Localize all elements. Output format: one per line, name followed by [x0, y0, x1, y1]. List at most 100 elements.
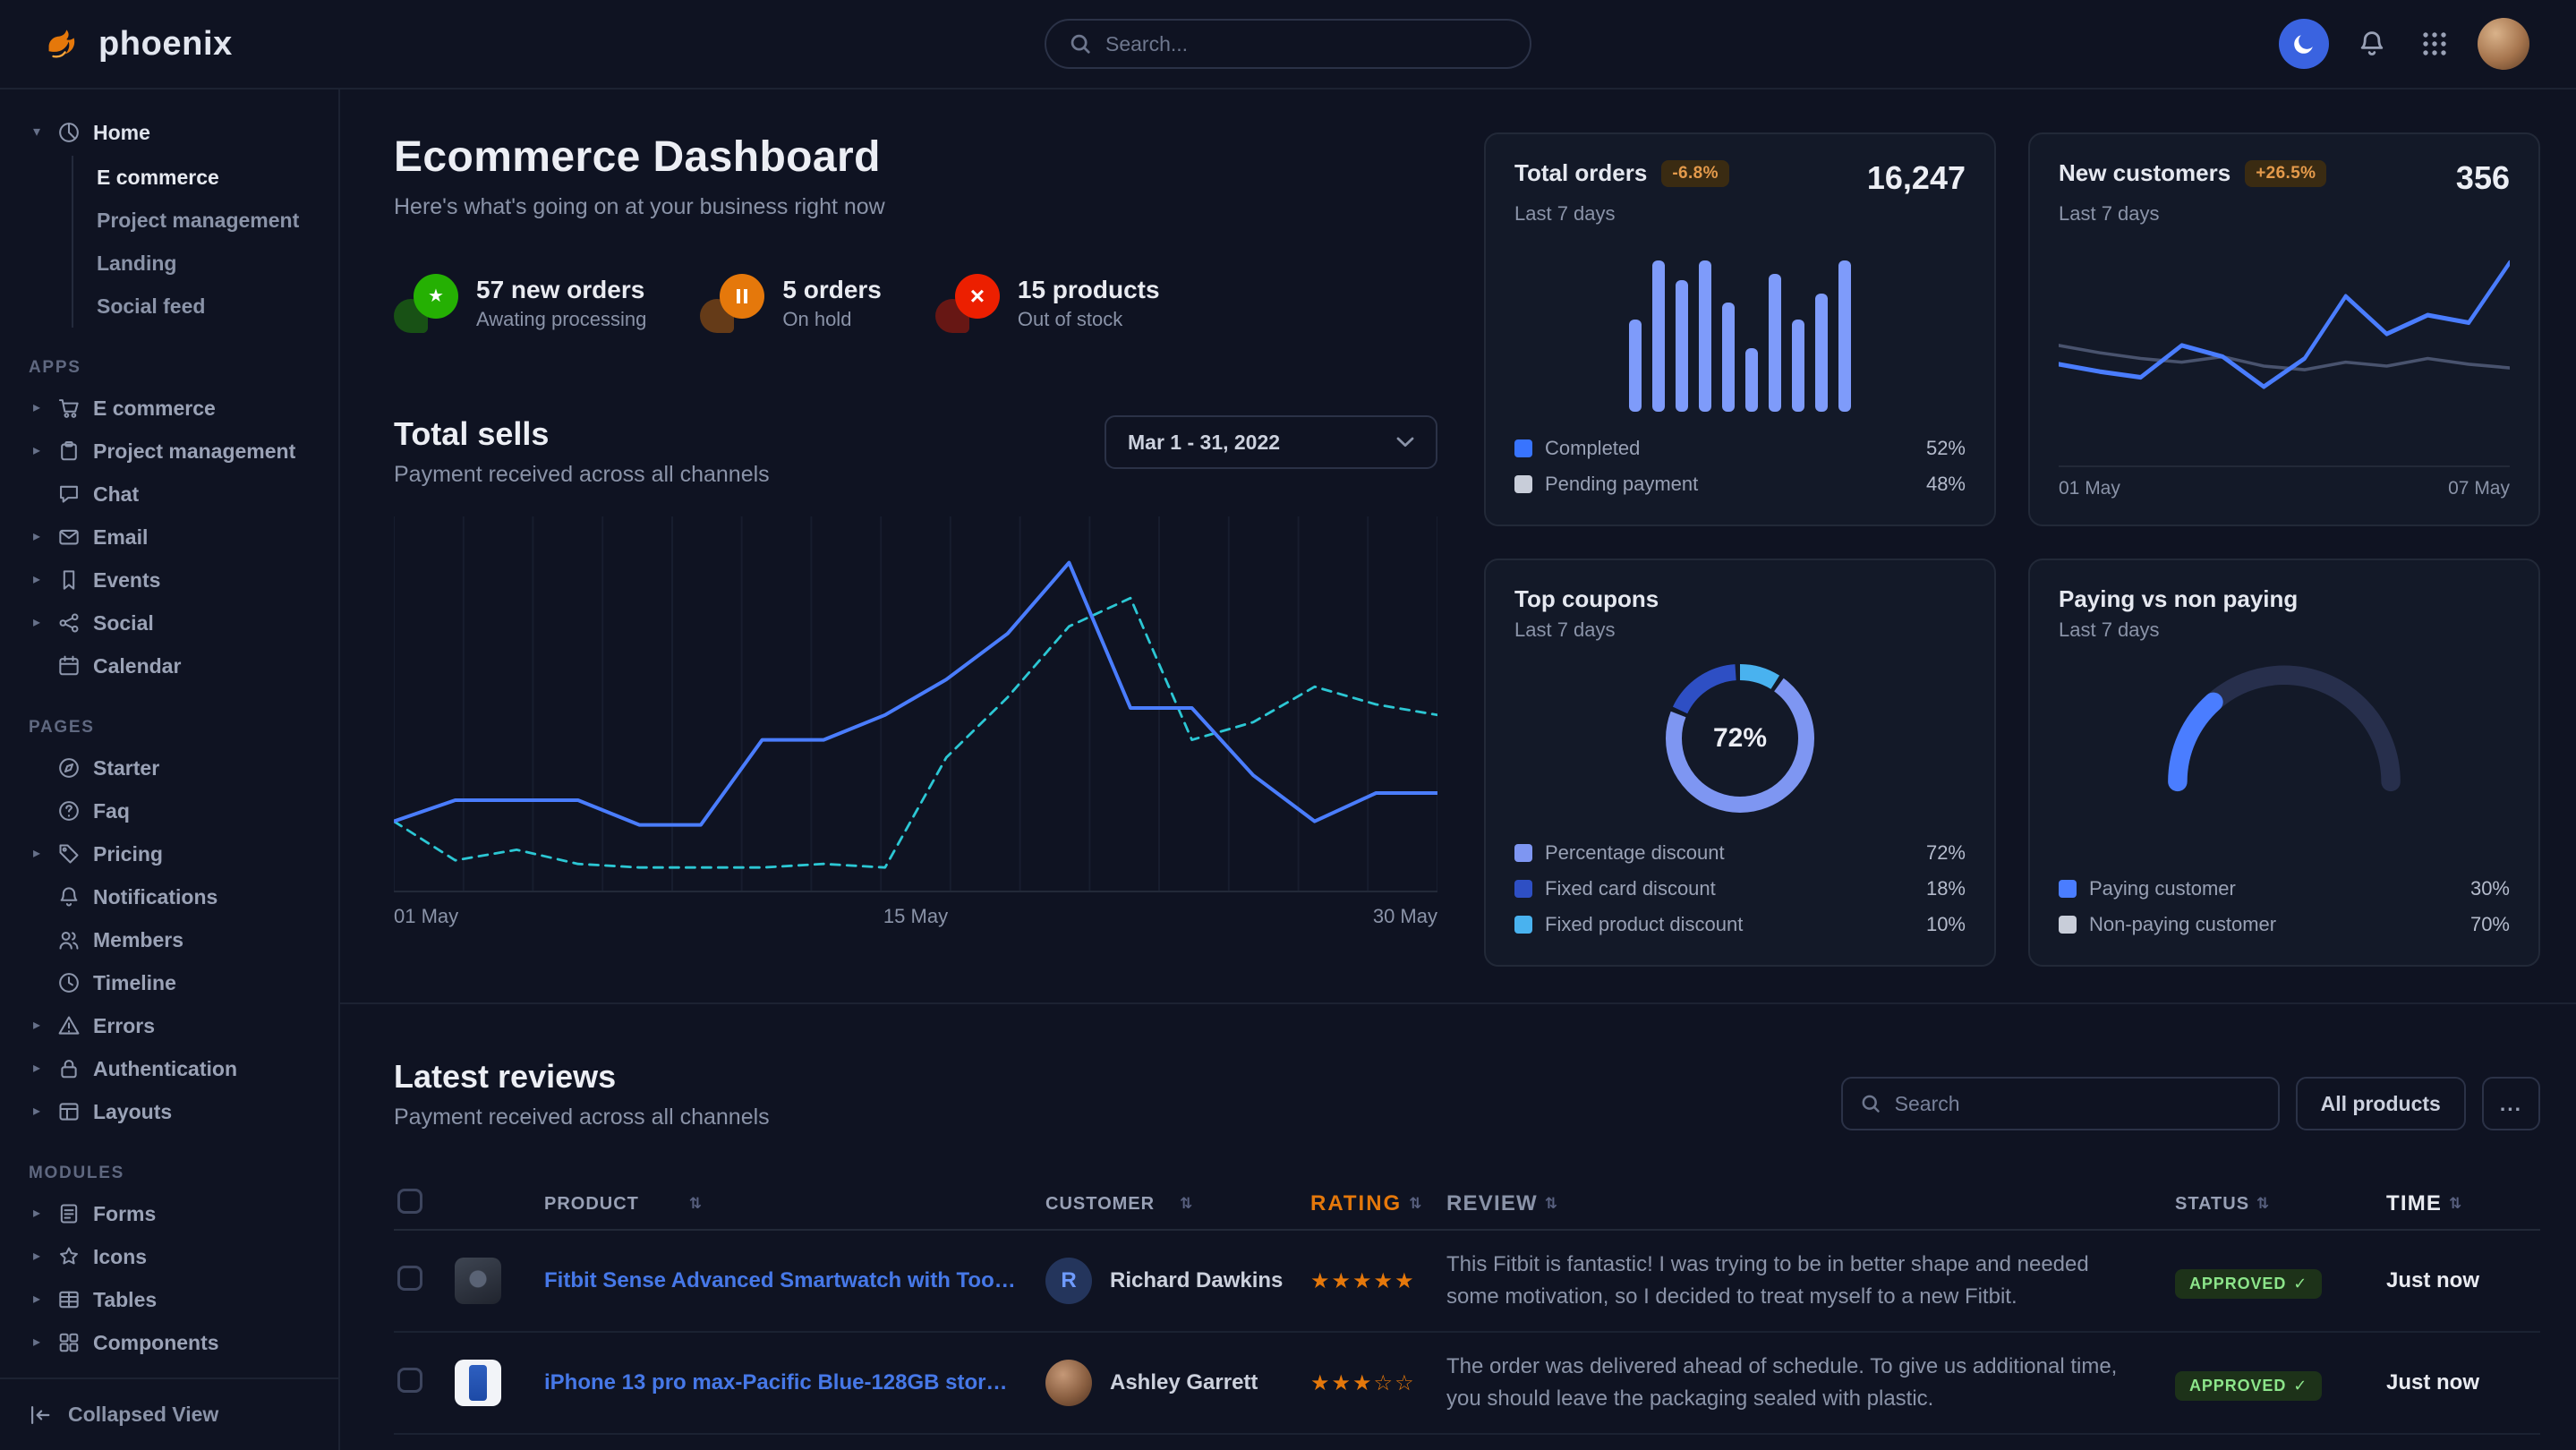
- sidebar-item-layouts[interactable]: Layouts: [0, 1090, 338, 1133]
- sidebar-section-heading: PAGES: [29, 718, 338, 738]
- apps-grid-button[interactable]: [2415, 24, 2454, 64]
- bar: [1792, 320, 1804, 412]
- table-body: Fitbit Sense Advanced Smartwatch with To…: [394, 1231, 2540, 1450]
- date-range-select[interactable]: Mar 1 - 31, 2022: [1105, 415, 1437, 469]
- reviews-search[interactable]: [1841, 1077, 2280, 1130]
- sidebar-item-faq[interactable]: Faq: [0, 789, 338, 832]
- customer-name[interactable]: Richard Dawkins: [1110, 1268, 1283, 1293]
- legend-item: Non-paying customer70%: [2059, 909, 2510, 940]
- legend-label: Completed: [1545, 437, 1640, 460]
- theme-toggle-button[interactable]: [2279, 19, 2329, 69]
- notifications-button[interactable]: [2352, 24, 2392, 64]
- review-row: Fitbit Sense Advanced Smartwatch with To…: [394, 1231, 2540, 1333]
- row-checkbox[interactable]: [397, 1266, 422, 1291]
- sidebar-item-project-management[interactable]: Project management: [0, 430, 338, 473]
- product-link[interactable]: Fitbit Sense Advanced Smartwatch with To…: [544, 1268, 1017, 1293]
- caret-right-icon: [29, 1207, 45, 1221]
- sidebar-item-authentication[interactable]: Authentication: [0, 1047, 338, 1090]
- legend-item: Percentage discount72%: [1514, 838, 1966, 868]
- stat-value: 15 products: [1018, 276, 1160, 304]
- top-navbar: phoenix: [0, 0, 2576, 90]
- global-search[interactable]: [1045, 19, 1531, 69]
- all-products-button[interactable]: All products: [2296, 1077, 2466, 1130]
- change-badge: -6.8%: [1661, 160, 1729, 187]
- sidebar-item-timeline[interactable]: Timeline: [0, 961, 338, 1004]
- icons-icon: [57, 1245, 81, 1268]
- sidebar-item-e-commerce[interactable]: E commerce: [97, 156, 338, 199]
- sidebar-item-components[interactable]: Components: [0, 1321, 338, 1364]
- sidebar-item-chat[interactable]: Chat: [0, 473, 338, 516]
- caret-right-icon: [29, 1292, 45, 1307]
- sidebar-item-e-commerce[interactable]: E commerce: [0, 387, 338, 430]
- sidebar-item-notifications[interactable]: Notifications: [0, 875, 338, 918]
- row-checkbox[interactable]: [397, 1368, 422, 1393]
- legend-item: Paying customer30%: [2059, 874, 2510, 904]
- column-header-review[interactable]: REVIEW⇅: [1446, 1170, 2175, 1238]
- sidebar-subtree: E commerceProject managementLandingSocia…: [72, 156, 338, 328]
- sidebar-item-pricing[interactable]: Pricing: [0, 832, 338, 875]
- new-customers-card: New customers +26.5% 356 Last 7 days 01 …: [2028, 132, 2540, 526]
- caret-right-icon: [29, 530, 45, 544]
- sidebar-section-heading: APPS: [29, 358, 338, 378]
- stat-57-new-orders: ★ 57 new ordersAwating processing: [394, 274, 646, 333]
- sidebar-item-project-management[interactable]: Project management: [97, 199, 338, 242]
- customer-name[interactable]: Ashley Garrett: [1110, 1370, 1258, 1395]
- sidebar-item-members[interactable]: Members: [0, 918, 338, 961]
- column-header-status[interactable]: STATUS⇅: [2175, 1194, 2386, 1215]
- sidebar-item-social-feed[interactable]: Social feed: [97, 285, 338, 328]
- card-period: Last 7 days: [2059, 618, 2510, 642]
- sidebar-item-forms[interactable]: Forms: [0, 1192, 338, 1235]
- sidebar-item-events[interactable]: Events: [0, 559, 338, 601]
- legend-label: Fixed card discount: [1545, 877, 1716, 900]
- search-icon: [1070, 33, 1091, 55]
- sort-icon: ⇅: [1409, 1195, 1423, 1213]
- legend-label: Paying customer: [2089, 877, 2236, 900]
- help-circle-icon: [57, 799, 81, 823]
- legend-value: 70%: [2470, 913, 2510, 936]
- column-header-rating[interactable]: RATING⇅: [1310, 1191, 1446, 1216]
- review-row: iPhone 13 pro max-Pacific Blue-128GB sto…: [394, 1333, 2540, 1435]
- total-sells-chart-svg: [394, 516, 1437, 892]
- collapse-sidebar-icon: [29, 1403, 52, 1427]
- sidebar-item-landing[interactable]: Landing: [97, 242, 338, 285]
- stat-label: Awating processing: [476, 308, 646, 331]
- product-link[interactable]: iPhone 13 pro max-Pacific Blue-128GB sto…: [544, 1370, 1017, 1395]
- brand-logo[interactable]: phoenix: [43, 23, 233, 64]
- column-header-customer[interactable]: CUSTOMER⇅: [1045, 1194, 1310, 1215]
- column-header-product[interactable]: PRODUCT⇅: [455, 1194, 1045, 1215]
- x-label: 30 May: [1373, 905, 1437, 928]
- sidebar-item-home[interactable]: Home: [0, 111, 338, 154]
- x-label: 01 May: [2059, 478, 2120, 499]
- legend-swatch: [1514, 916, 1532, 934]
- global-search-input[interactable]: [1105, 32, 1506, 56]
- sidebar-item-email[interactable]: Email: [0, 516, 338, 559]
- chevron-down-icon: [1396, 437, 1414, 448]
- sidebar-item-starter[interactable]: Starter: [0, 746, 338, 789]
- collapsed-view-toggle[interactable]: Collapsed View: [0, 1378, 338, 1450]
- form-icon: [57, 1202, 81, 1225]
- select-all-checkbox[interactable]: [397, 1189, 422, 1214]
- sidebar-section-heading: MODULES: [29, 1164, 338, 1183]
- card-period: Last 7 days: [1514, 618, 1966, 642]
- latest-reviews-section: Latest reviews Payment received across a…: [340, 1002, 2576, 1450]
- bar: [1676, 280, 1688, 412]
- status-badge: APPROVED ✓: [2175, 1269, 2322, 1299]
- total-sells-chart: 01 May 15 May 30 May: [394, 516, 1437, 928]
- clock-icon: [57, 971, 81, 994]
- column-header-time[interactable]: TIME⇅: [2386, 1191, 2540, 1216]
- total-sells-subtitle: Payment received across all channels: [394, 462, 770, 488]
- sidebar-item-icons[interactable]: Icons: [0, 1235, 338, 1278]
- more-options-button[interactable]: ...: [2482, 1077, 2540, 1130]
- sidebar-item-errors[interactable]: Errors: [0, 1004, 338, 1047]
- orders-legend: Completed52%Pending payment48%: [1514, 433, 1966, 499]
- orders-bar-chart: [1514, 243, 1966, 412]
- bar: [1699, 260, 1711, 412]
- sidebar-item-calendar[interactable]: Calendar: [0, 644, 338, 687]
- chat-icon: [57, 482, 81, 506]
- reviews-search-input[interactable]: [1895, 1092, 2260, 1116]
- sidebar-item-social[interactable]: Social: [0, 601, 338, 644]
- user-avatar[interactable]: [2478, 18, 2529, 70]
- x-label: 15 May: [883, 905, 948, 928]
- legend-swatch: [2059, 880, 2077, 898]
- sidebar-item-tables[interactable]: Tables: [0, 1278, 338, 1321]
